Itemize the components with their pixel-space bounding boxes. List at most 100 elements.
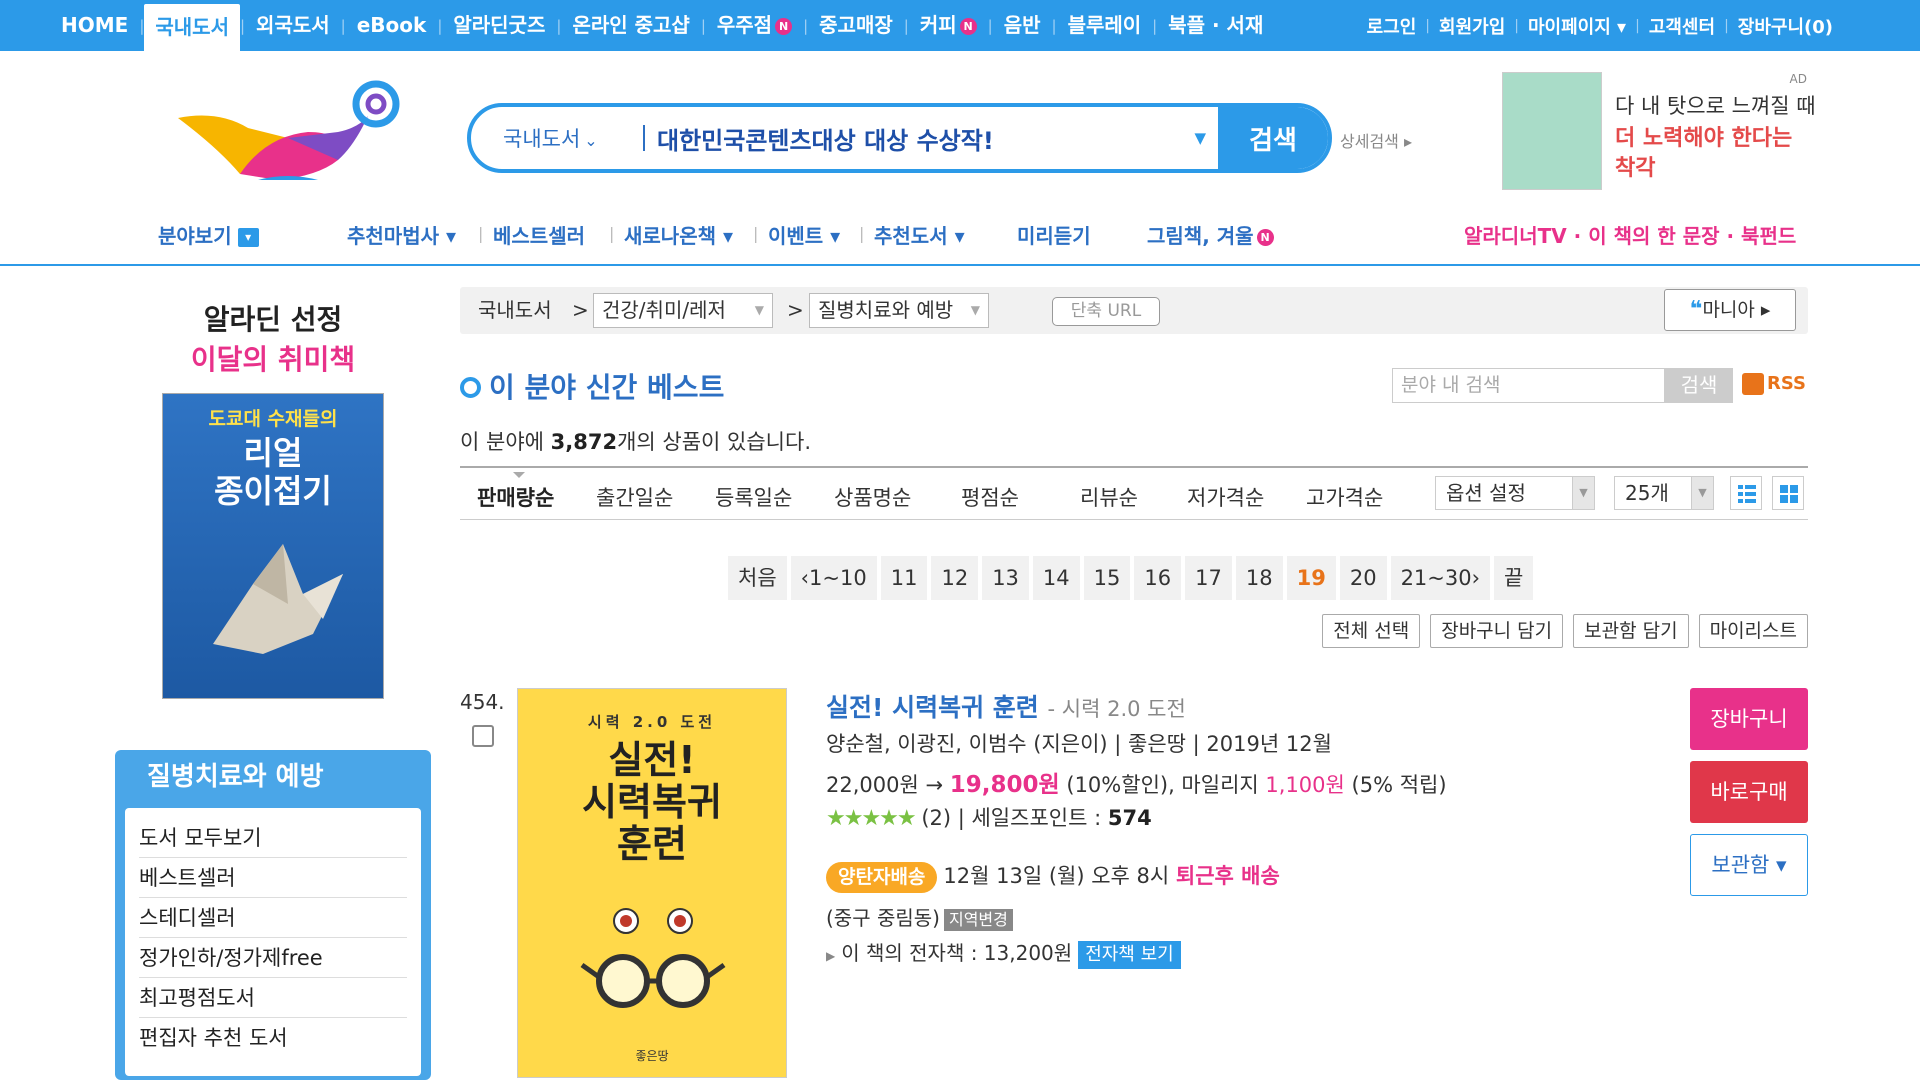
item-keep-button[interactable]: 보관함 ▾ <box>1690 834 1808 896</box>
item-checkbox[interactable] <box>472 725 494 747</box>
breadcrumb-root[interactable]: 국내도서 <box>478 287 552 334</box>
gnb-recommend-wizard[interactable]: 추천마법사 ▾ <box>347 220 456 249</box>
category-item-top-rated[interactable]: 최고평점도서 <box>139 978 407 1018</box>
gnb-preview-listen[interactable]: 미리듣기 <box>1017 220 1091 249</box>
top-nav-used-online[interactable]: 온라인 중고샵 <box>561 0 700 51</box>
top-nav-domestic-books[interactable]: 국내도서 <box>144 4 240 51</box>
sort-sales[interactable]: 판매량순 <box>477 472 554 512</box>
grid-icon: ▾ <box>237 228 259 247</box>
section-search-button[interactable]: 검색 <box>1665 368 1733 403</box>
detail-search-link[interactable]: 상세검색 ▸ <box>1340 128 1412 152</box>
gnb-events[interactable]: 이벤트 ▾ <box>768 220 840 249</box>
search-input[interactable]: 대한민국콘텐츠대상 대상 수상작! <box>657 121 1194 156</box>
main-search: 국내도서 ⌄ 대한민국콘텐츠대상 대상 수상작! ▼ 검색 <box>467 103 1332 173</box>
category-item-editor-pick[interactable]: 편집자 추천 도서 <box>139 1018 407 1058</box>
add-to-cart-button[interactable]: 장바구니 담기 <box>1430 614 1564 648</box>
sort-reg-date[interactable]: 등록일순 <box>715 482 792 512</box>
gnb-aladiner-tv-links[interactable]: 알라디너TV · 이 책의 한 문장 · 북펀드 <box>1464 220 1796 249</box>
breadcrumb: 국내도서 > 건강/취미/레저 ▼ > 질병치료와 예방 ▼ 단축 URL ❝마니아… <box>460 287 1808 334</box>
category-item-all[interactable]: 도서 모두보기 <box>139 818 407 858</box>
page-15[interactable]: 15 <box>1083 556 1131 600</box>
page-12[interactable]: 12 <box>931 556 979 600</box>
change-location-button[interactable]: 지역변경 <box>943 909 1013 931</box>
top-nav-ujujeom[interactable]: 우주점 N <box>706 0 803 51</box>
page-first[interactable]: 처음 <box>728 556 787 600</box>
top-nav-ebook[interactable]: eBook <box>346 0 438 51</box>
page-prev-group[interactable]: ‹1~10 <box>790 556 877 600</box>
aladin-logo[interactable] <box>178 76 400 184</box>
top-nav-music[interactable]: 음반 <box>993 0 1052 51</box>
item-meta: 양순철, 이광진, 이범수 (지은이) | 좋은땅 | 2019년 12월 <box>826 732 1332 756</box>
ad-banner[interactable]: AD 다 내 탓으로 느껴질 때 더 노력해야 한다는 착각 <box>1502 72 1816 192</box>
triangle-right-icon: ▶ <box>826 949 836 963</box>
category-view-button[interactable]: 분야보기 ▾ <box>158 220 259 249</box>
category-item-price-free[interactable]: 정가인하/정가제free <box>139 938 407 978</box>
chevron-down-icon: ⌄ <box>584 131 598 150</box>
new-badge-icon: N <box>1256 229 1274 246</box>
ad-line-2: 더 노력해야 한다는 <box>1615 126 1793 151</box>
list-view-icon[interactable] <box>1730 476 1762 510</box>
top-nav-home[interactable]: HOME <box>50 0 139 51</box>
sort-high-price[interactable]: 고가격순 <box>1306 482 1383 512</box>
grid-view-icon[interactable] <box>1772 476 1804 510</box>
page-16[interactable]: 16 <box>1134 556 1182 600</box>
pick-cover-top: 도쿄대 수재들의 <box>208 408 338 430</box>
breadcrumb-level2-select[interactable]: 질병치료와 예방 ▼ <box>809 293 989 328</box>
page-11[interactable]: 11 <box>880 556 928 600</box>
top-nav-used-store[interactable]: 중고매장 <box>808 0 904 51</box>
new-badge-icon: N <box>775 18 793 35</box>
per-page-select[interactable]: 25개 ▼ <box>1614 476 1714 510</box>
sort-reviews[interactable]: 리뷰순 <box>1080 482 1138 512</box>
search-dropdown-icon[interactable]: ▼ <box>1194 129 1206 147</box>
item-cart-button[interactable]: 장바구니 <box>1690 688 1808 750</box>
my-list-button[interactable]: 마이리스트 <box>1698 614 1808 648</box>
top-nav-coffee[interactable]: 커피 N <box>909 0 988 51</box>
page-current[interactable]: 19 <box>1286 556 1336 600</box>
item-buy-now-button[interactable]: 바로구매 <box>1690 761 1808 823</box>
item-book-cover[interactable]: 시력 2.0 도전 실전! 시력복귀 훈련 좋은땅 <box>517 688 787 1078</box>
page-13[interactable]: 13 <box>982 556 1029 600</box>
page-18[interactable]: 18 <box>1235 556 1283 600</box>
search-button[interactable]: 검색 <box>1218 107 1328 169</box>
top-nav-bluray[interactable]: 블루레이 <box>1057 0 1153 51</box>
page-14[interactable]: 14 <box>1032 556 1080 600</box>
top-nav-foreign-books[interactable]: 외국도서 <box>245 0 341 51</box>
category-item-bestseller[interactable]: 베스트셀러 <box>139 858 407 898</box>
search-category-select[interactable]: 국내도서 ⌄ <box>471 123 631 153</box>
origami-dragon-icon <box>213 544 343 654</box>
page-20[interactable]: 20 <box>1339 556 1387 600</box>
option-setting-select[interactable]: 옵션 설정 ▼ <box>1435 476 1595 510</box>
top-nav-goods[interactable]: 알라딘굿즈 <box>442 0 556 51</box>
top-nav-bookple[interactable]: 북플 · 서재 <box>1157 0 1274 51</box>
gnb-picture-book-winter[interactable]: 그림책, 겨울 N <box>1147 220 1274 249</box>
gnb-bestseller[interactable]: 베스트셀러 <box>493 220 585 249</box>
select-all-button[interactable]: 전체 선택 <box>1322 614 1421 648</box>
pick-book-cover[interactable]: 도쿄대 수재들의 리얼 종이접기 <box>162 393 384 699</box>
new-badge-icon: N <box>959 18 977 35</box>
signup-link[interactable]: 회원가입 <box>1430 13 1514 39</box>
carpet-delivery-badge: 양탄자배송 <box>826 862 938 893</box>
category-item-steadyseller[interactable]: 스테디셀러 <box>139 898 407 938</box>
page-17[interactable]: 17 <box>1185 556 1232 600</box>
gnb-recommended[interactable]: 추천도서 ▾ <box>874 220 965 249</box>
sort-low-price[interactable]: 저가격순 <box>1187 482 1264 512</box>
sort-pub-date[interactable]: 출간일순 <box>596 482 673 512</box>
sort-name[interactable]: 상품명순 <box>834 482 911 512</box>
add-to-storage-button[interactable]: 보관함 담기 <box>1573 614 1689 648</box>
gnb-new-books[interactable]: 새로나온책 ▾ <box>624 220 733 249</box>
mania-button[interactable]: ❝마니아 ▸ <box>1664 289 1796 331</box>
customer-center-link[interactable]: 고객센터 <box>1640 13 1724 39</box>
cart-link[interactable]: 장바구니(0) <box>1729 13 1842 39</box>
short-url-button[interactable]: 단축 URL <box>1052 297 1160 326</box>
mypage-link[interactable]: 마이페이지 ▾ <box>1519 13 1635 39</box>
page-last[interactable]: 끝 <box>1494 556 1534 600</box>
breadcrumb-level1-select[interactable]: 건강/취미/레저 ▼ <box>593 293 773 328</box>
item-title[interactable]: 실전! 시력복귀 훈련 - 시력 2.0 도전 <box>826 688 1186 724</box>
star-rating-icon: ★★★★★ <box>826 806 917 831</box>
section-search-input[interactable]: 분야 내 검색 <box>1392 368 1665 403</box>
page-next-group[interactable]: 21~30› <box>1390 556 1490 600</box>
rss-link[interactable]: RSS <box>1742 373 1806 395</box>
login-link[interactable]: 로그인 <box>1358 13 1426 39</box>
ebook-view-button[interactable]: 전자책 보기 <box>1078 941 1181 969</box>
sort-rating[interactable]: 평점순 <box>961 482 1019 512</box>
